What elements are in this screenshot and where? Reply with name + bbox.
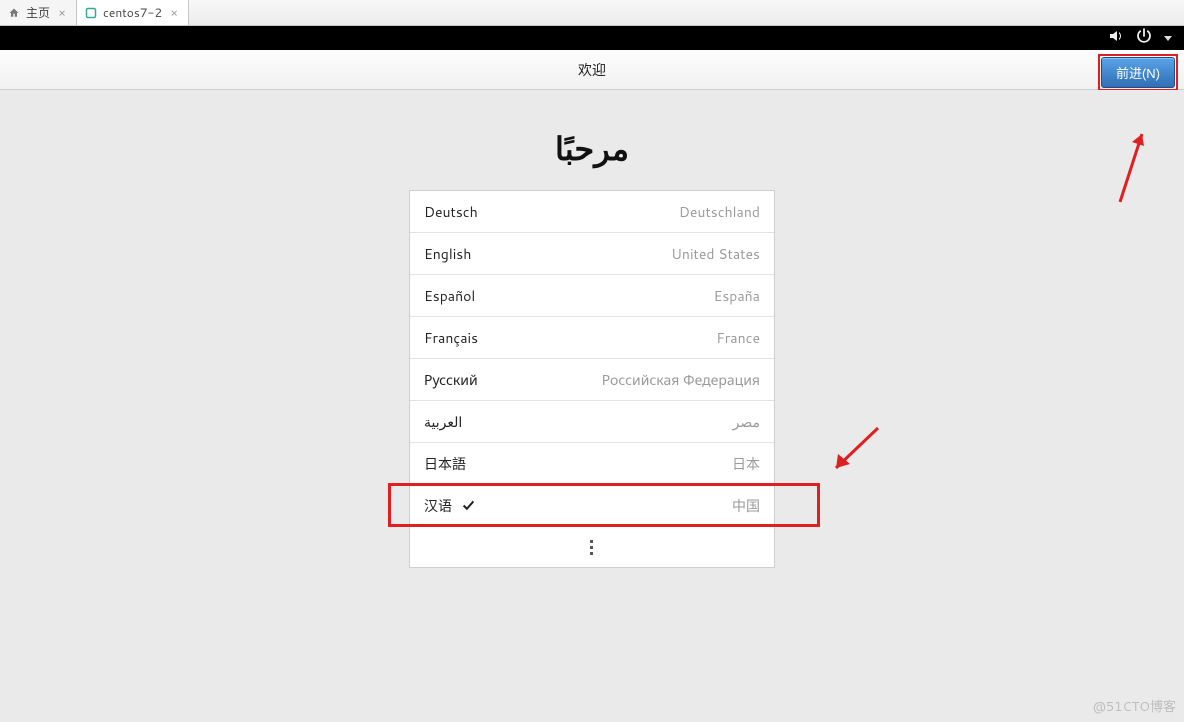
volume-icon[interactable] — [1108, 27, 1124, 50]
language-row[interactable]: العربية مصر — [410, 401, 774, 443]
tab-home[interactable]: 主页 × — [0, 0, 77, 25]
vm-system-tray — [0, 26, 1184, 50]
language-row[interactable]: Français France — [410, 317, 774, 359]
home-icon — [8, 7, 20, 19]
language-country: España — [714, 286, 760, 306]
language-name: 日本語 — [424, 454, 466, 474]
tab-vm[interactable]: centos7-2 × — [77, 0, 189, 25]
annotation-arrow-row — [824, 420, 884, 480]
tab-home-label: 主页 — [26, 4, 50, 21]
annotation-highlight-forward: 前进(N) — [1098, 54, 1178, 91]
content-area: مرحبًا Deutsch Deutschland English United S… — [0, 90, 1184, 722]
vm-icon — [85, 7, 97, 19]
tab-vm-close-icon[interactable]: × — [168, 7, 180, 19]
tab-vm-label: centos7-2 — [103, 4, 162, 21]
language-row[interactable]: English United States — [410, 233, 774, 275]
language-name: Français — [424, 328, 478, 348]
language-row[interactable]: Deutsch Deutschland — [410, 191, 774, 233]
language-row[interactable]: 汉语 中国 — [410, 485, 774, 527]
language-row[interactable]: Русский Российская Федерация — [410, 359, 774, 401]
language-name: Español — [424, 286, 475, 306]
language-country: 日本 — [732, 454, 760, 474]
more-icon — [590, 540, 594, 555]
language-name: 汉语 — [424, 496, 475, 516]
gnome-header: 欢迎 前进(N) — [0, 50, 1184, 90]
language-country: 中国 — [732, 496, 760, 516]
language-country: مصر — [733, 412, 760, 432]
page-title: 欢迎 — [578, 60, 606, 80]
language-country: Deutschland — [679, 202, 760, 222]
tray-menu-caret-icon[interactable] — [1164, 36, 1172, 41]
more-languages-button[interactable] — [410, 527, 774, 567]
language-country: United States — [671, 244, 760, 264]
check-icon — [462, 499, 475, 512]
language-name: العربية — [424, 412, 462, 432]
tab-home-close-icon[interactable]: × — [56, 7, 68, 19]
language-country: Российская Федерация — [602, 370, 760, 390]
language-name: Русский — [424, 370, 478, 390]
app-tab-bar: 主页 × centos7-2 × — [0, 0, 1184, 26]
language-country: France — [716, 328, 760, 348]
watermark: @51CTO博客 — [1093, 696, 1176, 716]
annotation-arrow-forward — [1112, 120, 1152, 210]
forward-button[interactable]: 前进(N) — [1101, 57, 1175, 88]
language-row[interactable]: Español España — [410, 275, 774, 317]
language-row[interactable]: 日本語 日本 — [410, 443, 774, 485]
language-list: Deutsch Deutschland English United States Es… — [409, 190, 775, 568]
language-name: Deutsch — [424, 202, 478, 222]
language-name: English — [424, 244, 471, 264]
power-icon[interactable] — [1136, 27, 1152, 50]
welcome-heading: مرحبًا — [555, 126, 629, 171]
